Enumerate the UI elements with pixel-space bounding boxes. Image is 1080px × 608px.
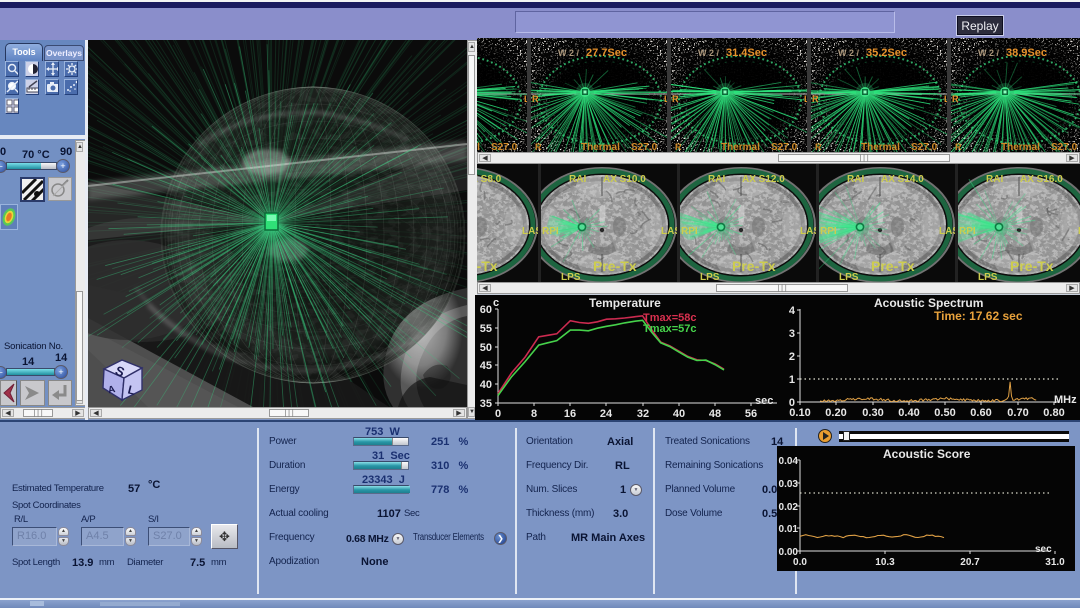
svg-text:LPS: LPS xyxy=(700,272,720,282)
svg-text:LPS: LPS xyxy=(561,272,581,282)
svg-text:AX S14.0: AX S14.0 xyxy=(881,174,924,185)
svg-text:R: R xyxy=(952,94,959,104)
svg-text:0.10: 0.10 xyxy=(789,407,810,419)
svg-text:W 2 /: W 2 / xyxy=(978,48,1000,58)
svg-text:LPS: LPS xyxy=(978,272,998,282)
svg-text:Acoustic Spectrum: Acoustic Spectrum xyxy=(874,296,983,310)
svg-text:56: 56 xyxy=(745,408,757,420)
svg-text:Temperature: Temperature xyxy=(589,296,661,310)
svg-text:40: 40 xyxy=(673,408,685,420)
svg-text:RPI: RPI xyxy=(820,226,837,237)
svg-text:AX S12.0: AX S12.0 xyxy=(742,174,785,185)
svg-text:S27.0: S27.0 xyxy=(1051,142,1078,152)
svg-text:Pre-Tx: Pre-Tx xyxy=(477,258,498,274)
svg-text:60: 60 xyxy=(480,304,492,316)
svg-text:S27.0: S27.0 xyxy=(491,142,518,152)
svg-text:3: 3 xyxy=(789,328,795,340)
svg-text:Thermal: Thermal xyxy=(721,142,760,152)
svg-text:RPI: RPI xyxy=(959,226,976,237)
svg-text:4: 4 xyxy=(789,305,796,317)
svg-text:R: R xyxy=(955,142,962,152)
svg-text:35.2Sec: 35.2Sec xyxy=(866,47,907,59)
svg-text:48: 48 xyxy=(709,408,721,420)
svg-text:0.60: 0.60 xyxy=(970,407,991,419)
svg-text:Pre-Tx: Pre-Tx xyxy=(732,258,776,274)
svg-text:32: 32 xyxy=(637,408,649,420)
svg-text:RAI: RAI xyxy=(847,174,864,185)
svg-text:0.70: 0.70 xyxy=(1007,407,1028,419)
svg-text:20.7: 20.7 xyxy=(960,557,980,568)
svg-text:0: 0 xyxy=(495,408,501,420)
svg-text:0.01: 0.01 xyxy=(779,524,799,535)
svg-text:Thermal: Thermal xyxy=(1001,142,1040,152)
svg-text:Thermal: Thermal xyxy=(477,142,480,152)
svg-text:AX S10.0: AX S10.0 xyxy=(603,174,646,185)
svg-text:S27.0: S27.0 xyxy=(911,142,938,152)
svg-text:0.50: 0.50 xyxy=(934,407,955,419)
svg-text:MHz: MHz xyxy=(1054,394,1077,406)
svg-text:0.04: 0.04 xyxy=(779,456,799,467)
svg-text:W 2 /: W 2 / xyxy=(698,48,720,58)
svg-text:W 2 /: W 2 / xyxy=(558,48,580,58)
svg-text:RPI: RPI xyxy=(681,226,698,237)
svg-text:RPI: RPI xyxy=(542,226,559,237)
svg-text:0.03: 0.03 xyxy=(779,479,799,490)
svg-text:Pre-Tx: Pre-Tx xyxy=(1010,258,1054,274)
svg-text:R: R xyxy=(815,142,822,152)
svg-text:Pre-Tx: Pre-Tx xyxy=(871,258,915,274)
svg-text:16: 16 xyxy=(564,408,576,420)
svg-text:31.0: 31.0 xyxy=(1045,557,1065,568)
svg-text:40: 40 xyxy=(480,379,492,391)
svg-text:0.02: 0.02 xyxy=(779,502,799,513)
svg-text:S27.0: S27.0 xyxy=(631,142,658,152)
svg-text:W 2 /: W 2 / xyxy=(838,48,860,58)
svg-text:27.7Sec: 27.7Sec xyxy=(586,47,627,59)
svg-text:38.9Sec: 38.9Sec xyxy=(1006,47,1047,59)
svg-text:sec: sec xyxy=(1035,544,1052,555)
svg-text:Tmax=57c: Tmax=57c xyxy=(643,323,697,335)
svg-text:S27.0: S27.0 xyxy=(771,142,798,152)
svg-text:0.0: 0.0 xyxy=(793,557,807,568)
svg-text:2: 2 xyxy=(789,351,795,363)
svg-text:AX S8.0: AX S8.0 xyxy=(477,174,502,185)
svg-text:RAI: RAI xyxy=(986,174,1003,185)
svg-text:0.20: 0.20 xyxy=(825,407,846,419)
svg-text:Thermal: Thermal xyxy=(581,142,620,152)
svg-text:AX S16.0: AX S16.0 xyxy=(1020,174,1063,185)
svg-text:sec: sec xyxy=(755,395,773,407)
svg-text:Thermal: Thermal xyxy=(861,142,900,152)
svg-text:10.3: 10.3 xyxy=(875,557,895,568)
svg-text:Acoustic Score: Acoustic Score xyxy=(883,447,971,461)
svg-text:RAI: RAI xyxy=(569,174,586,185)
svg-text:8: 8 xyxy=(531,408,537,420)
svg-text:R: R xyxy=(535,142,542,152)
svg-text:31.4Sec: 31.4Sec xyxy=(726,47,767,59)
svg-text:R: R xyxy=(675,142,682,152)
svg-text:R: R xyxy=(532,94,539,104)
svg-text:0.40: 0.40 xyxy=(898,407,919,419)
svg-text:35: 35 xyxy=(480,398,492,410)
svg-text:LPS: LPS xyxy=(839,272,859,282)
svg-text:R: R xyxy=(812,94,819,104)
svg-text:R: R xyxy=(672,94,679,104)
svg-text:0.80: 0.80 xyxy=(1043,407,1064,419)
svg-text:0.30: 0.30 xyxy=(862,407,883,419)
svg-text:24: 24 xyxy=(600,408,613,420)
svg-text:Time: 17.62 sec: Time: 17.62 sec xyxy=(934,309,1023,323)
svg-text:c: c xyxy=(493,297,499,309)
svg-text:1: 1 xyxy=(789,374,795,386)
svg-text:55: 55 xyxy=(480,323,492,335)
svg-text:50: 50 xyxy=(480,342,492,354)
svg-text:RAI: RAI xyxy=(708,174,725,185)
svg-text:45: 45 xyxy=(480,360,492,372)
svg-text:Pre-Tx: Pre-Tx xyxy=(593,258,637,274)
